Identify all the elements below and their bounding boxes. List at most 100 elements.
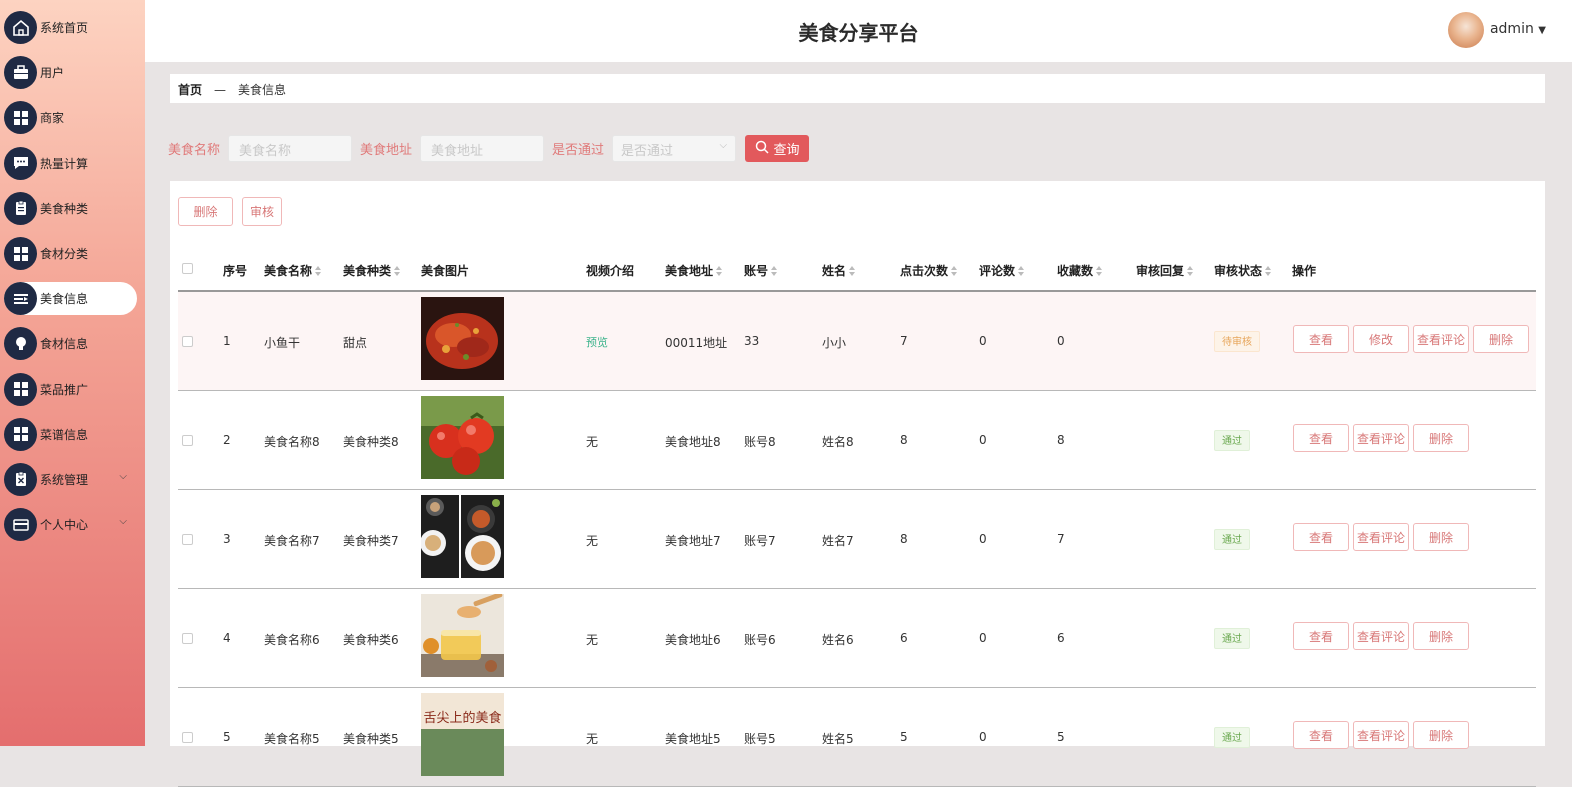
col-username[interactable]: 姓名 [822,262,856,279]
view-comments-button[interactable]: 查看评论 [1353,523,1409,551]
cell-name: 美食名称5 [264,732,320,746]
cell-index: 4 [223,631,231,645]
row-checkbox[interactable] [182,435,193,446]
food-image[interactable] [421,594,504,677]
sidebar-item-personal-center[interactable]: 个人中心 ⌵ [0,502,145,547]
col-status[interactable]: 审核状态 [1214,262,1272,279]
cell-name: 美食名称7 [264,534,320,548]
delete-button[interactable]: 删除 [1413,721,1469,749]
cell-username: 姓名7 [822,534,854,548]
sidebar-item-label: 系统首页 [40,21,89,36]
cell-type: 美食种类7 [343,534,399,548]
search-icon [755,140,769,158]
delete-button[interactable]: 删除 [1413,424,1469,452]
col-comments[interactable]: 评论数 [979,262,1025,279]
view-comments-button[interactable]: 查看评论 [1353,424,1409,452]
col-account[interactable]: 账号 [744,262,778,279]
sort-icon[interactable] [1018,266,1025,277]
row-checkbox[interactable] [182,633,193,644]
address-label: 美食地址 [360,143,413,158]
sort-icon[interactable] [849,266,856,277]
food-image[interactable] [421,495,504,578]
food-image[interactable] [421,297,504,380]
sort-icon[interactable] [394,266,401,277]
col-name-label: 美食名称 [264,264,313,278]
cell-username: 姓名6 [822,633,854,647]
col-name[interactable]: 美食名称 [264,262,322,279]
sort-icon[interactable] [1265,266,1272,277]
cell-account: 账号5 [744,732,776,746]
table-row[interactable]: 3 美食名称7 美食种类7 无 美食地址7 账号7 姓名7 8 0 7 通过 查… [178,490,1536,589]
sort-icon[interactable] [716,266,723,277]
sidebar-item-label: 食材信息 [40,337,89,352]
table-row[interactable]: 2 美食名称8 美食种类8 无 美食地址8 账号8 姓名8 8 0 8 通过 查… [178,391,1536,490]
view-button[interactable]: 查看 [1293,325,1349,353]
delete-button[interactable]: 删除 [1413,622,1469,650]
sidebar-item-ingredient-category[interactable]: 食材分类 [0,231,145,276]
video-preview-link[interactable]: 预览 [586,334,608,350]
sort-icon[interactable] [951,266,958,277]
sort-icon[interactable] [771,266,778,277]
cell-comments: 0 [979,532,987,546]
breadcrumb-home[interactable]: 首页 [178,83,202,97]
food-image[interactable] [421,396,504,479]
delete-button[interactable]: 删除 [1473,325,1529,353]
sidebar-item-food-info[interactable]: 美食信息 [0,276,145,321]
view-button[interactable]: 查看 [1293,622,1349,650]
breadcrumb-separator: — [214,83,227,97]
cell-address: 美食地址6 [665,633,721,647]
sidebar-item-dish-promotion[interactable]: 菜品推广 [0,367,145,412]
table-row[interactable]: 4 美食名称6 美食种类6 无 美食地址6 账号6 姓名6 6 0 6 通过 查… [178,589,1536,688]
col-clicks[interactable]: 点击次数 [900,262,958,279]
breadcrumb: 首页 — 美食信息 [170,74,1545,103]
food-address-input[interactable]: 美食地址 [420,135,545,162]
list-icon [4,282,37,316]
col-reply[interactable]: 审核回复 [1136,262,1194,279]
food-image[interactable]: 舌尖上的美食 [421,693,504,776]
sort-icon[interactable] [1187,266,1194,277]
row-checkbox[interactable] [182,732,193,743]
cell-username: 小小 [822,336,847,350]
user-menu[interactable]: admin ▼ [1490,21,1546,37]
sidebar-item-ingredient-info[interactable]: 食材信息 [0,321,145,366]
col-address[interactable]: 美食地址 [665,262,723,279]
view-comments-button[interactable]: 查看评论 [1353,721,1409,749]
table-row[interactable]: 5 美食名称5 美食种类5 舌尖上的美食 无 美食地址5 账号5 姓名5 5 0… [178,688,1536,787]
view-comments-button[interactable]: 查看评论 [1413,325,1469,353]
select-all-checkbox[interactable] [182,263,193,274]
sidebar-item-merchant[interactable]: 商家 [0,95,145,140]
status-badge: 待审核 [1214,331,1260,352]
row-checkbox[interactable] [182,336,193,347]
batch-audit-button[interactable]: 审核 [242,197,282,226]
view-button[interactable]: 查看 [1293,523,1349,551]
batch-delete-button[interactable]: 删除 [178,197,233,226]
view-button[interactable]: 查看 [1293,721,1349,749]
name-label: 美食名称 [168,143,221,158]
col-type[interactable]: 美食种类 [343,262,401,279]
sidebar: 系统首页 用户 商家 热量计算 美食种类 食材分类 美食信息 食材信息 菜品推广… [0,0,145,746]
app-title: 美食分享平台 [798,21,919,45]
view-button[interactable]: 查看 [1293,424,1349,452]
sort-icon[interactable] [1096,266,1103,277]
cell-account: 账号8 [744,435,776,449]
edit-button[interactable]: 修改 [1353,325,1409,353]
food-name-input[interactable]: 美食名称 [228,135,353,162]
grid-icon [4,372,37,406]
delete-button[interactable]: 删除 [1413,523,1469,551]
sidebar-item-recipe-info[interactable]: 菜谱信息 [0,412,145,457]
sidebar-item-users[interactable]: 用户 [0,50,145,95]
grid-icon [4,237,37,271]
avatar[interactable] [1448,12,1484,48]
query-button[interactable]: 查询 [745,135,810,162]
cell-name: 小鱼干 [264,336,301,350]
sidebar-item-system-admin[interactable]: 系统管理 ⌵ [0,457,145,502]
row-checkbox[interactable] [182,534,193,545]
sort-icon[interactable] [315,266,322,277]
col-favorites[interactable]: 收藏数 [1057,262,1103,279]
sidebar-item-calorie[interactable]: 热量计算 [0,141,145,186]
table-row[interactable]: 1 小鱼干 甜点 预览 00011地址 33 小小 7 0 0 待审核 查看 修… [178,292,1536,391]
view-comments-button[interactable]: 查看评论 [1353,622,1409,650]
sidebar-item-home[interactable]: 系统首页 [0,5,145,50]
pass-select[interactable]: 是否通过 ⌵ [612,135,737,162]
sidebar-item-food-type[interactable]: 美食种类 [0,186,145,231]
